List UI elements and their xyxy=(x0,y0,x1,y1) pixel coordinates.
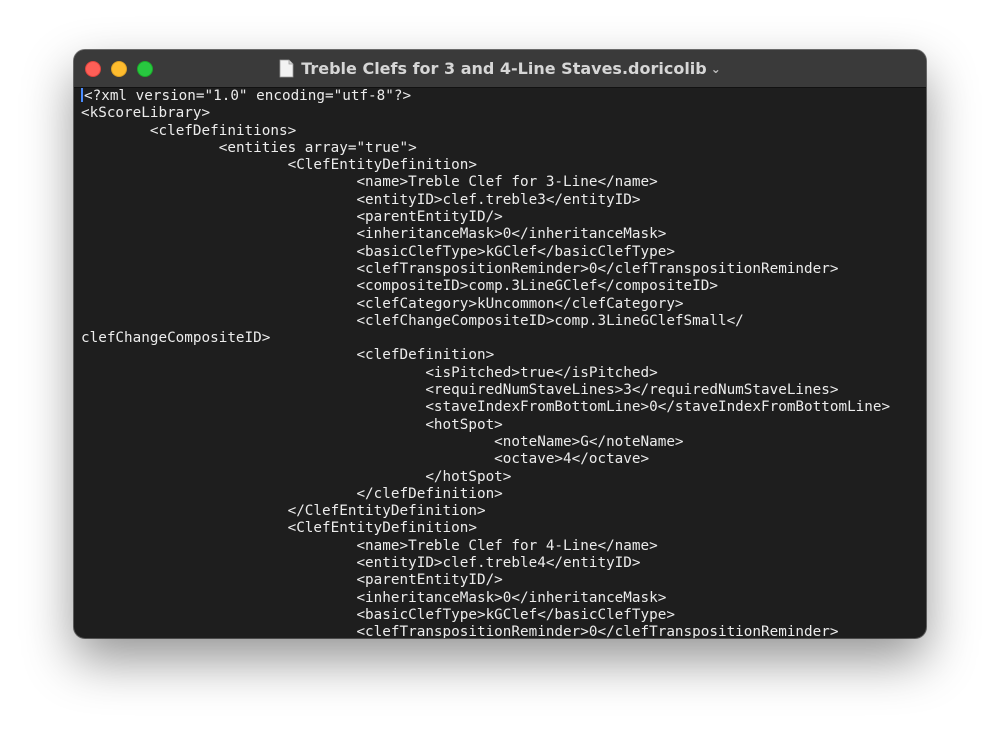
code-line: <clefTranspositionReminder>0</clefTransp… xyxy=(81,624,839,638)
code-line: <clefDefinitions> xyxy=(81,122,297,139)
code-line: <basicClefType>kGClef</basicClefType> xyxy=(81,243,675,260)
code-line: <kScoreLibrary> xyxy=(81,105,211,122)
code-lines: <?xml version="1.0" encoding="utf-8"?> <… xyxy=(81,88,890,638)
code-line: <?xml version="1.0" encoding="utf-8"?> xyxy=(84,88,412,104)
code-line: </ClefEntityDefinition> xyxy=(81,503,486,520)
code-line: <octave>4</octave> xyxy=(81,451,650,468)
text-editor-window: Treble Clefs for 3 and 4-Line Staves.dor… xyxy=(74,50,926,638)
code-line: </hotSpot> xyxy=(81,468,512,485)
code-line: <entities array="true"> xyxy=(81,139,417,156)
code-line: </clefDefinition> xyxy=(81,485,503,502)
text-cursor xyxy=(81,88,83,102)
code-line: <clefChangeCompositeID>comp.3LineGClefSm… xyxy=(81,312,744,329)
code-text[interactable]: <?xml version="1.0" encoding="utf-8"?> <… xyxy=(81,88,926,638)
code-line: <entityID>clef.treble4</entityID> xyxy=(81,555,641,572)
code-line: <clefCategory>kUncommon</clefCategory> xyxy=(81,295,684,312)
code-line: clefChangeCompositeID> xyxy=(81,330,271,347)
code-line: <entityID>clef.treble3</entityID> xyxy=(81,191,641,208)
code-line: <requiredNumStaveLines>3</requiredNumSta… xyxy=(81,382,839,399)
code-line: <hotSpot> xyxy=(81,416,503,433)
code-line: <compositeID>comp.3LineGClef</compositeI… xyxy=(81,278,718,295)
chevron-down-icon[interactable]: ⌄ xyxy=(711,62,721,76)
code-line: <isPitched>true</isPitched> xyxy=(81,364,658,381)
document-content-area[interactable]: <?xml version="1.0" encoding="utf-8"?> <… xyxy=(74,88,926,638)
code-line: <clefTranspositionReminder>0</clefTransp… xyxy=(81,260,839,277)
code-line: <clefDefinition> xyxy=(81,347,495,364)
window-title-group[interactable]: Treble Clefs for 3 and 4-Line Staves.dor… xyxy=(74,50,926,87)
code-line: <noteName>G</noteName> xyxy=(81,433,684,450)
code-line: <parentEntityID/> xyxy=(81,572,503,589)
title-bar[interactable]: Treble Clefs for 3 and 4-Line Staves.dor… xyxy=(74,50,926,88)
window-title: Treble Clefs for 3 and 4-Line Staves.dor… xyxy=(301,59,707,78)
code-line: <inheritanceMask>0</inheritanceMask> xyxy=(81,589,667,606)
code-line: <ClefEntityDefinition> xyxy=(81,520,477,537)
code-line: <parentEntityID/> xyxy=(81,209,503,226)
code-line: <basicClefType>kGClef</basicClefType> xyxy=(81,606,675,623)
code-line: <staveIndexFromBottomLine>0</staveIndexF… xyxy=(81,399,891,416)
code-line: <inheritanceMask>0</inheritanceMask> xyxy=(81,226,667,243)
document-icon xyxy=(279,59,294,78)
code-line: <name>Treble Clef for 3-Line</name> xyxy=(81,174,658,191)
code-line: <ClefEntityDefinition> xyxy=(81,157,477,174)
code-line: <name>Treble Clef for 4-Line</name> xyxy=(81,537,658,554)
